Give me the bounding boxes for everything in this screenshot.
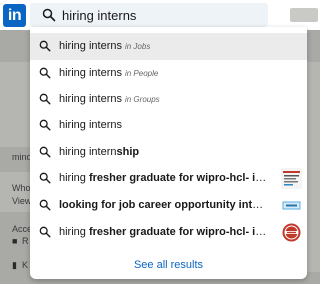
post-thumbnail-image [281, 195, 302, 216]
suggestion-query: hiring interns [59, 67, 122, 79]
suggestion-completion: fresher graduate for wipro-hcl- ibm b... [88, 172, 269, 184]
premium-access-text: Acce [12, 224, 33, 234]
profile-card [0, 62, 30, 147]
suggestion-scope: in Jobs [124, 42, 151, 51]
search-icon [39, 172, 51, 184]
suggestion-text: hiring interns in People [59, 67, 158, 79]
suggestion-query: hiring interns [59, 119, 122, 131]
nav-item[interactable] [290, 8, 318, 22]
search-box[interactable] [30, 3, 268, 27]
linkedin-logo[interactable]: in [3, 4, 26, 27]
profile-views-link[interactable]: View [12, 196, 31, 206]
suggestion-completion: looking for job career opportunity inter… [59, 199, 269, 211]
search-input[interactable] [62, 5, 262, 25]
suggestion-query: hiring intern [59, 146, 117, 158]
suggestion-text: hiring interns in Groups [59, 93, 160, 105]
suggestion-scope: in Groups [124, 95, 160, 104]
suggestion-text: hiring fresher graduate for wipro-hcl- i… [59, 172, 269, 184]
top-nav-bar: in [0, 0, 320, 30]
search-icon [39, 93, 51, 105]
suggestion-text: hiring internship [59, 146, 139, 158]
suggestion-text: hiring interns in Jobs [59, 40, 150, 52]
suggestion-query: hiring [59, 226, 89, 238]
search-icon [39, 199, 51, 211]
bookmark-icon: ▮ [12, 260, 17, 270]
suggestion-completion: ship [116, 146, 140, 158]
suggestion-query: hiring [59, 172, 89, 184]
suggestion-text: hiring fresher graduate for wipro-hcl- i… [59, 226, 269, 238]
search-icon [39, 146, 51, 158]
search-suggestion[interactable]: hiring fresher graduate for wipro-hcl- i… [30, 165, 307, 192]
search-icon [42, 8, 56, 22]
post-thumbnail-image [281, 168, 302, 189]
search-icon [39, 40, 51, 52]
suggestion-query: hiring interns [59, 40, 122, 52]
search-icon [39, 119, 51, 131]
post-thumbnail-image [281, 222, 302, 243]
suggestion-text: hiring interns [59, 119, 122, 131]
premium-icon: ■ [12, 236, 18, 246]
suggestion-query: hiring interns [59, 93, 122, 105]
suggestion-scope: in People [124, 69, 159, 78]
right-rail [307, 62, 320, 272]
search-icon [39, 226, 51, 238]
search-suggestion[interactable]: hiring fresher graduate for wipro-hcl- i… [30, 219, 307, 246]
premium-link[interactable]: R [22, 236, 29, 246]
suggestion-text: looking for job career opportunity inter… [59, 199, 269, 211]
search-icon [39, 67, 51, 79]
search-suggestion[interactable]: hiring interns in Groups [30, 86, 307, 113]
see-all-results-link[interactable]: See all results [30, 255, 307, 275]
search-suggestion[interactable]: hiring interns in People [30, 60, 307, 87]
search-suggestion[interactable]: hiring interns in Jobs [30, 33, 307, 60]
saved-items-link[interactable]: K [22, 260, 28, 270]
search-suggestion[interactable]: hiring internship [30, 139, 307, 166]
search-suggestions-dropdown: hiring interns in Jobs hiring interns in Pe… [30, 27, 307, 279]
suggestion-completion: fresher graduate for wipro-hcl- ibm b... [88, 226, 269, 238]
search-suggestion[interactable]: hiring interns [30, 112, 307, 139]
search-suggestion[interactable]: looking for job career opportunity inter… [30, 192, 307, 219]
